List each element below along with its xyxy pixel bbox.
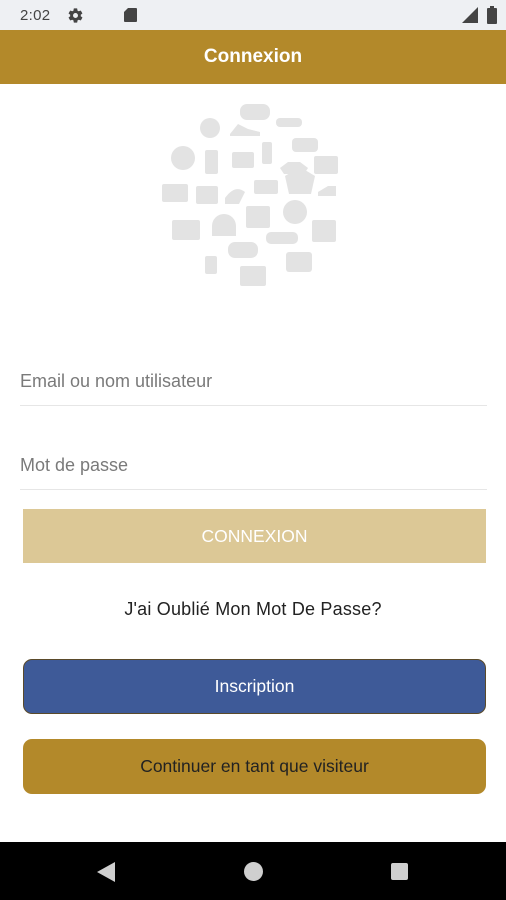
email-input[interactable] (20, 354, 487, 405)
connexion-button[interactable]: CONNEXION (23, 509, 486, 563)
sd-card-icon (124, 8, 137, 22)
cell-signal-icon (462, 7, 478, 23)
back-icon[interactable] (97, 862, 115, 882)
password-input[interactable] (20, 438, 487, 489)
password-field[interactable] (20, 438, 487, 490)
page-title: Connexion (203, 46, 303, 67)
shopping-categories-collage-icon (162, 104, 338, 286)
inscription-button[interactable]: Inscription (23, 659, 486, 714)
app-header: Connexion (0, 30, 506, 84)
email-field[interactable] (20, 354, 487, 406)
status-bar: 2:02 (0, 0, 506, 30)
status-time: 2:02 (20, 7, 51, 24)
forgot-password-link[interactable]: J'ai Oublié Mon Mot De Passe? (0, 599, 506, 620)
system-nav-bar (0, 842, 506, 900)
battery-icon (487, 6, 497, 24)
continue-as-visitor-button[interactable]: Continuer en tant que visiteur (23, 739, 486, 794)
settings-gear-icon (68, 8, 83, 23)
home-icon[interactable] (244, 862, 263, 881)
recents-icon[interactable] (391, 863, 408, 880)
